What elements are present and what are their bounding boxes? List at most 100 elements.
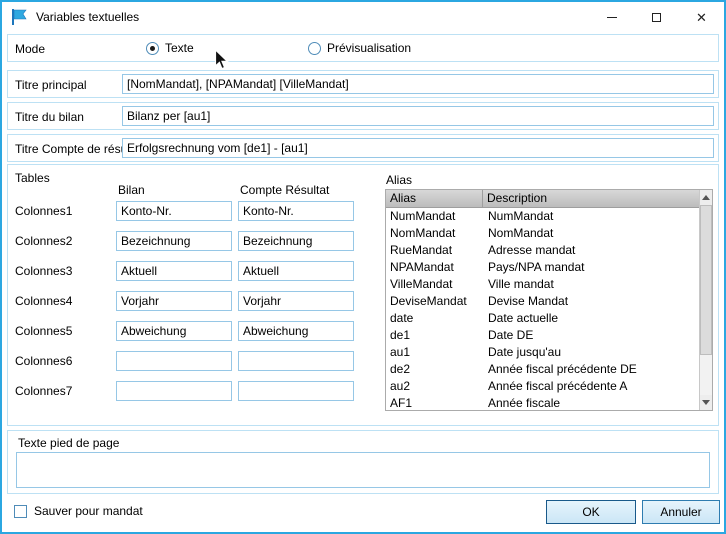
maximize-icon — [652, 13, 661, 22]
alias-name: au1 — [386, 344, 484, 361]
arrow-up-icon — [702, 195, 710, 200]
titre-bilan-label: Titre du bilan — [15, 110, 84, 124]
titre-principal-input[interactable] — [122, 74, 714, 94]
alias-description: Date actuelle — [484, 310, 712, 327]
colonnes-label: Colonnes2 — [15, 234, 72, 248]
compte-colonnes5-input[interactable] — [238, 321, 354, 341]
window-title: Variables textuelles — [36, 10, 139, 24]
sauver-pour-mandat-checkbox[interactable] — [14, 505, 27, 518]
alias-description: NumMandat — [484, 208, 712, 225]
alias-description: Année fiscal précédente A — [484, 378, 712, 395]
alias-row[interactable]: NomMandatNomMandat — [386, 225, 712, 242]
compte-colonnes6-input[interactable] — [238, 351, 354, 371]
alias-description: Pays/NPA mandat — [484, 259, 712, 276]
titre-compte-resultat-row: Titre Compte de résu... — [7, 134, 719, 162]
cancel-button[interactable]: Annuler — [642, 500, 720, 524]
alias-name: AF1 — [386, 395, 484, 411]
radio-texte[interactable]: Texte — [146, 41, 194, 55]
tables-section: Tables Bilan Compte Résultat Colonnes1 C… — [7, 164, 719, 426]
titre-bilan-input[interactable] — [122, 106, 714, 126]
ok-button[interactable]: OK — [546, 500, 636, 524]
alias-description: Année fiscale — [484, 395, 712, 411]
description-column-header[interactable]: Description — [483, 190, 712, 207]
colonnes-label: Colonnes1 — [15, 204, 72, 218]
alias-column-header[interactable]: Alias — [386, 190, 483, 207]
variables-textuelles-dialog: Variables textuelles ✕ Mode Texte Prévis… — [0, 0, 726, 534]
bilan-colonnes3-input[interactable] — [116, 261, 232, 281]
alias-row[interactable]: dateDate actuelle — [386, 310, 712, 327]
app-icon — [10, 8, 28, 26]
alias-table-header: Alias Description — [386, 190, 712, 208]
bilan-colonnes5-input[interactable] — [116, 321, 232, 341]
bilan-colonnes7-input[interactable] — [116, 381, 232, 401]
alias-name: date — [386, 310, 484, 327]
minimize-button[interactable] — [589, 2, 634, 32]
titre-principal-row: Titre principal — [7, 70, 719, 98]
close-button[interactable]: ✕ — [679, 2, 724, 32]
alias-table: Alias Description NumMandatNumMandat Nom… — [385, 189, 713, 411]
close-icon: ✕ — [696, 11, 707, 24]
compte-colonnes7-input[interactable] — [238, 381, 354, 401]
radio-indicator — [146, 42, 159, 55]
colonnes-label: Colonnes4 — [15, 294, 72, 308]
scroll-down-button[interactable] — [700, 395, 712, 410]
tables-label: Tables — [15, 171, 50, 185]
scroll-up-button[interactable] — [700, 190, 712, 205]
alias-name: au2 — [386, 378, 484, 395]
alias-row[interactable]: VilleMandatVille mandat — [386, 276, 712, 293]
radio-previsualisation[interactable]: Prévisualisation — [308, 41, 411, 55]
titre-compte-resultat-label: Titre Compte de résu... — [15, 142, 137, 156]
colonnes-label: Colonnes3 — [15, 264, 72, 278]
footer-text-input[interactable] — [16, 452, 710, 488]
minimize-icon — [607, 17, 617, 18]
alias-name: de2 — [386, 361, 484, 378]
alias-row[interactable]: au2Année fiscal précédente A — [386, 378, 712, 395]
footer-text-group: Texte pied de page — [7, 430, 719, 494]
alias-description: Ville mandat — [484, 276, 712, 293]
alias-name: NPAMandat — [386, 259, 484, 276]
alias-name: DeviseMandat — [386, 293, 484, 310]
bilan-colonnes1-input[interactable] — [116, 201, 232, 221]
titre-bilan-row: Titre du bilan — [7, 102, 719, 130]
bilan-colonnes2-input[interactable] — [116, 231, 232, 251]
bilan-colonnes4-input[interactable] — [116, 291, 232, 311]
maximize-button[interactable] — [634, 2, 679, 32]
alias-row[interactable]: RueMandatAdresse mandat — [386, 242, 712, 259]
radio-texte-label: Texte — [165, 41, 194, 55]
bilan-column-header: Bilan — [118, 183, 145, 197]
alias-row[interactable]: AF1Année fiscale — [386, 395, 712, 411]
radio-indicator — [308, 42, 321, 55]
alias-description: Devise Mandat — [484, 293, 712, 310]
radio-previsualisation-label: Prévisualisation — [327, 41, 411, 55]
alias-row[interactable]: au1Date jusqu'au — [386, 344, 712, 361]
alias-description: Année fiscal précédente DE — [484, 361, 712, 378]
titlebar: Variables textuelles ✕ — [2, 2, 724, 32]
compte-colonnes1-input[interactable] — [238, 201, 354, 221]
colonnes-label: Colonnes7 — [15, 384, 72, 398]
alias-name: de1 — [386, 327, 484, 344]
compte-colonnes3-input[interactable] — [238, 261, 354, 281]
alias-row[interactable]: de1Date DE — [386, 327, 712, 344]
alias-row[interactable]: de2Année fiscal précédente DE — [386, 361, 712, 378]
alias-description: NomMandat — [484, 225, 712, 242]
window-controls: ✕ — [589, 2, 724, 32]
alias-row[interactable]: DeviseMandatDevise Mandat — [386, 293, 712, 310]
compte-colonnes2-input[interactable] — [238, 231, 354, 251]
alias-row[interactable]: NumMandatNumMandat — [386, 208, 712, 225]
titre-principal-label: Titre principal — [15, 78, 87, 92]
bilan-colonnes6-input[interactable] — [116, 351, 232, 371]
footer-text-label: Texte pied de page — [18, 436, 119, 450]
titre-compte-resultat-input[interactable] — [122, 138, 714, 158]
alias-scrollbar[interactable] — [699, 190, 712, 410]
alias-name: VilleMandat — [386, 276, 484, 293]
alias-name: NumMandat — [386, 208, 484, 225]
colonnes-label: Colonnes6 — [15, 354, 72, 368]
alias-name: NomMandat — [386, 225, 484, 242]
alias-description: Date DE — [484, 327, 712, 344]
compte-colonnes4-input[interactable] — [238, 291, 354, 311]
scrollbar-thumb[interactable] — [700, 205, 712, 355]
arrow-down-icon — [702, 400, 710, 405]
compte-resultat-column-header: Compte Résultat — [240, 183, 329, 197]
alias-description: Date jusqu'au — [484, 344, 712, 361]
alias-row[interactable]: NPAMandatPays/NPA mandat — [386, 259, 712, 276]
